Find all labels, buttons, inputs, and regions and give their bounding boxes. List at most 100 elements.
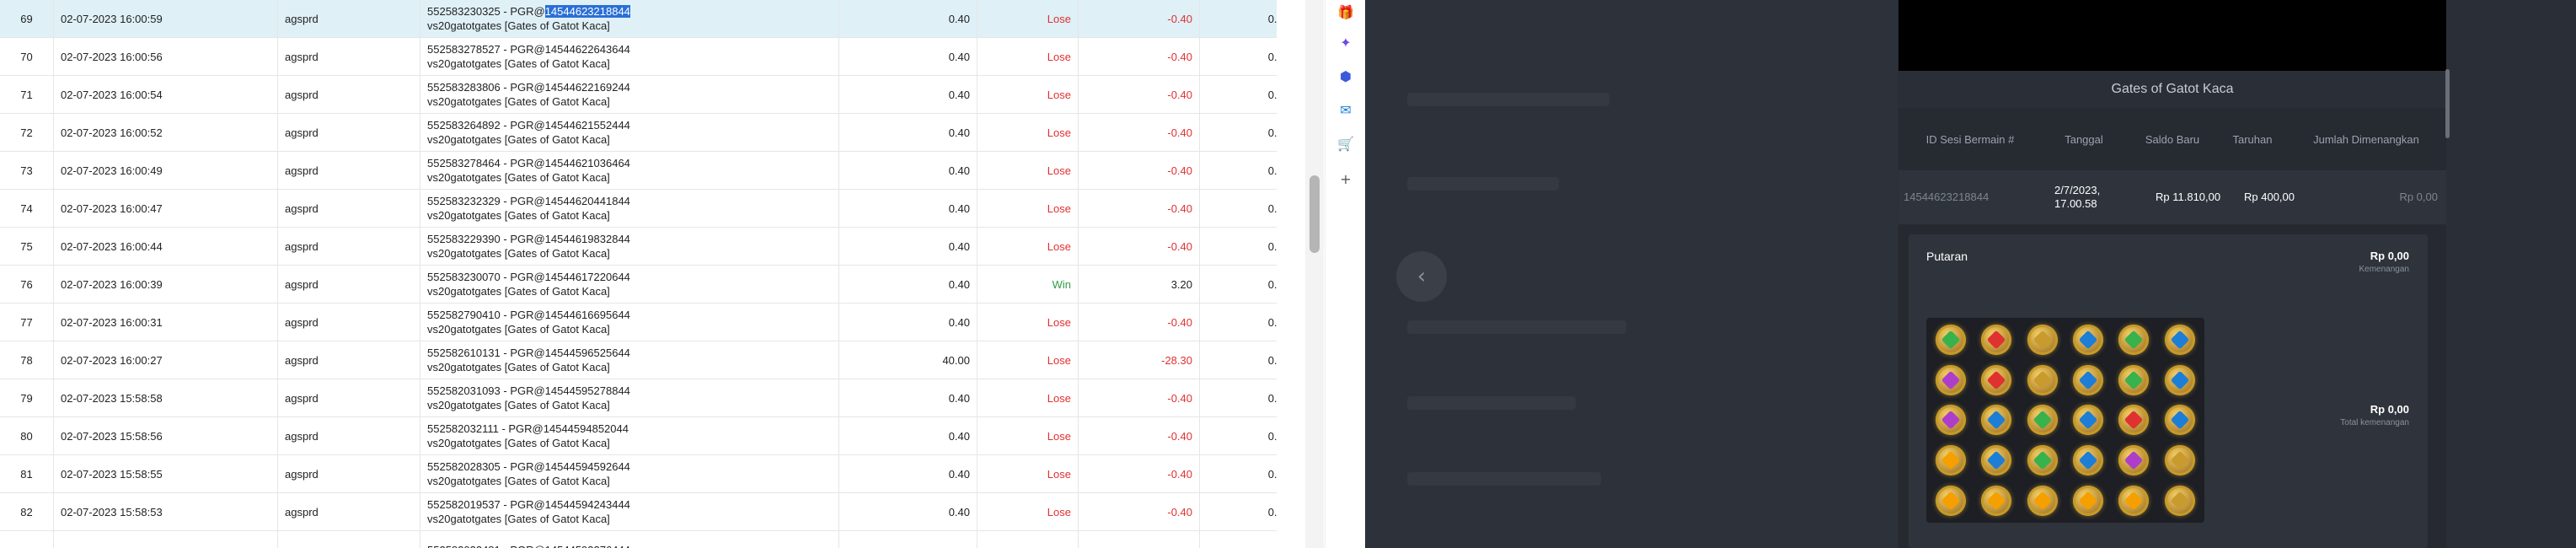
selected-text-highlight[interactable]: 14544623218844 — [544, 5, 630, 18]
table-row[interactable]: 70 02-07-2023 16:00:56 agsprd 552583278527 … — [0, 37, 1277, 76]
row-result: Lose — [977, 341, 1079, 379]
reel-symbol — [2157, 320, 2203, 360]
row-number: 70 — [0, 37, 54, 76]
reel-symbol — [2111, 481, 2156, 521]
game-transaction-id: 552583229390 - PGR@14544619832844 — [427, 233, 630, 245]
row-result: Lose — [977, 189, 1079, 228]
row-number: 81 — [0, 454, 54, 493]
back-arrow-button[interactable]: ‹ — [1396, 251, 1447, 302]
table-row[interactable]: 82 02-07-2023 15:58:53 agsprd 552582019537 … — [0, 492, 1277, 531]
game-transaction-id: 552583278464 - PGR@14544621036464 — [427, 157, 630, 169]
table-row[interactable]: 78 02-07-2023 16:00:27 agsprd 552582610131 … — [0, 341, 1277, 379]
reel-grid — [1926, 318, 2204, 523]
row-game-cell: 552582032111 - PGR@14544594852044 vs20gat… — [420, 416, 839, 455]
placeholder-line — [1407, 177, 1559, 191]
scrollbar-thumb[interactable] — [1309, 175, 1320, 253]
row-game-cell: 552582028305 - PGR@14544594592644 vs20gat… — [420, 454, 839, 493]
green-gem-icon — [2027, 445, 2058, 476]
blue-gem-icon — [2164, 364, 2195, 395]
table-row[interactable]: 76 02-07-2023 16:00:39 agsprd 552583230070 … — [0, 265, 1277, 304]
row-balance: 0.00 — [1199, 303, 1277, 341]
plus-icon[interactable]: + — [1336, 169, 1356, 189]
row-username: agsprd — [277, 265, 420, 304]
row-balance — [1199, 530, 1277, 548]
puzzle-icon[interactable]: ✦ — [1336, 32, 1356, 52]
row-result: Lose — [977, 37, 1079, 76]
row-username: agsprd — [277, 416, 420, 455]
row-balance: 0.00 — [1199, 75, 1277, 114]
blue-gem-icon — [2073, 445, 2104, 476]
game-name: vs20gatotgates [Gates of Gatot Kaca] — [427, 475, 610, 487]
reel-symbol — [2020, 360, 2065, 400]
table-row[interactable]: 80 02-07-2023 15:58:56 agsprd 552582032111 … — [0, 416, 1277, 455]
row-amount: -0.40 — [1078, 416, 1200, 455]
cart-icon[interactable]: 🛒 — [1336, 133, 1356, 153]
gold-gem-icon — [1936, 486, 1967, 517]
placeholder-line — [1407, 396, 1576, 410]
gold-idol-icon — [2164, 486, 2195, 517]
reel-symbol — [2065, 360, 2111, 400]
row-bet: 0.40 — [838, 113, 977, 152]
reel-symbol — [1974, 400, 2019, 441]
game-transaction-prefix: 552583230325 - PGR@ — [427, 5, 545, 18]
header-bet: Taruhan — [2232, 132, 2273, 146]
gift-icon[interactable]: 🎁 — [1336, 2, 1356, 22]
purple-gem-icon — [2118, 445, 2150, 476]
table-row[interactable]: 71 02-07-2023 16:00:54 agsprd 552583283806 … — [0, 75, 1277, 114]
game-name: vs20gatotgates [Gates of Gatot Kaca] — [427, 247, 610, 260]
row-bet: 0.40 — [838, 0, 977, 38]
modal-scrollbar[interactable] — [2445, 69, 2450, 138]
row-game-cell: 552582032481 - PGR@14544593276444 — [420, 530, 839, 548]
row-datetime: 02-07-2023 16:00:59 — [53, 0, 278, 38]
table-row[interactable]: 69 02-07-2023 16:00:59 agsprd 552583230325 … — [0, 0, 1277, 38]
table-row[interactable]: 72 02-07-2023 16:00:52 agsprd 552583264892 … — [0, 113, 1277, 152]
row-result: Win — [977, 265, 1079, 304]
reel-symbol — [2065, 481, 2111, 521]
purple-gem-icon — [1936, 364, 1967, 395]
game-name: vs20gatotgates [Gates of Gatot Kaca] — [427, 323, 610, 336]
row-game-cell: 552583230070 - PGR@14544617220644 vs20gat… — [420, 265, 839, 304]
row-bet: 0.40 — [838, 454, 977, 493]
table-row[interactable]: 77 02-07-2023 16:00:31 agsprd 552582790410 … — [0, 303, 1277, 341]
placeholder-line — [1407, 472, 1601, 486]
table-row[interactable]: 75 02-07-2023 16:00:44 agsprd 552583229390 … — [0, 227, 1277, 266]
row-balance: 0.00 — [1199, 341, 1277, 379]
row-result — [977, 530, 1079, 548]
row-number: 73 — [0, 151, 54, 190]
row-amount: -0.40 — [1078, 189, 1200, 228]
outlook-icon[interactable]: ✉ — [1336, 99, 1356, 120]
table-row[interactable]: 79 02-07-2023 15:58:58 agsprd 552582031093 … — [0, 379, 1277, 417]
header-session-id: ID Sesi Bermain # — [1925, 132, 2015, 146]
table-row[interactable]: 81 02-07-2023 15:58:55 agsprd 552582028305 … — [0, 454, 1277, 493]
row-datetime: 02-07-2023 16:00:56 — [53, 37, 278, 76]
row-date: 2/7/2023, 17.00.58 — [2054, 184, 2101, 210]
reel-symbol — [2111, 440, 2156, 481]
row-balance: 0.00 — [1199, 379, 1277, 417]
row-amount: -0.40 — [1078, 379, 1200, 417]
table-row[interactable]: 552582032481 - PGR@14544593276444 — [0, 530, 1277, 548]
table-scrollbar[interactable] — [1305, 0, 1324, 548]
row-result: Lose — [977, 0, 1079, 38]
row-game-cell: 552583278464 - PGR@14544621036464 vs20gat… — [420, 151, 839, 190]
background-overlay: ‹ — [1365, 0, 1898, 548]
row-balance: 0.00 — [1199, 0, 1277, 38]
game-transaction-id: 552583230070 - PGR@14544617220644 — [427, 271, 630, 283]
green-gem-icon — [2118, 364, 2150, 395]
row-username: agsprd — [277, 227, 420, 266]
chevron-left-icon: ‹ — [1417, 264, 1427, 289]
hexagon-icon[interactable]: ⬢ — [1336, 66, 1356, 86]
row-session-id: 14544623218844 — [1904, 191, 1990, 203]
game-transaction-id: 552583230325 - PGR@14544623218844 — [427, 4, 832, 19]
spin-card: Putaran Rp 0,00 Kemenangan Rp 0,00 Total… — [1909, 234, 2428, 548]
row-number: 78 — [0, 341, 54, 379]
row-result: Lose — [977, 303, 1079, 341]
red-gem-icon — [1981, 324, 2012, 355]
row-datetime: 02-07-2023 16:00:52 — [53, 113, 278, 152]
table-row[interactable]: 73 02-07-2023 16:00:49 agsprd 552583278464 … — [0, 151, 1277, 190]
reel-symbol — [1974, 440, 2019, 481]
purple-gem-icon — [1936, 405, 1967, 436]
blue-gem-icon — [1981, 445, 2012, 476]
history-row[interactable]: 14544623218844 2/7/2023, 17.00.58 Rp 11.… — [1899, 170, 2446, 224]
table-row[interactable]: 74 02-07-2023 16:00:47 agsprd 552583232329 … — [0, 189, 1277, 228]
row-number: 79 — [0, 379, 54, 417]
